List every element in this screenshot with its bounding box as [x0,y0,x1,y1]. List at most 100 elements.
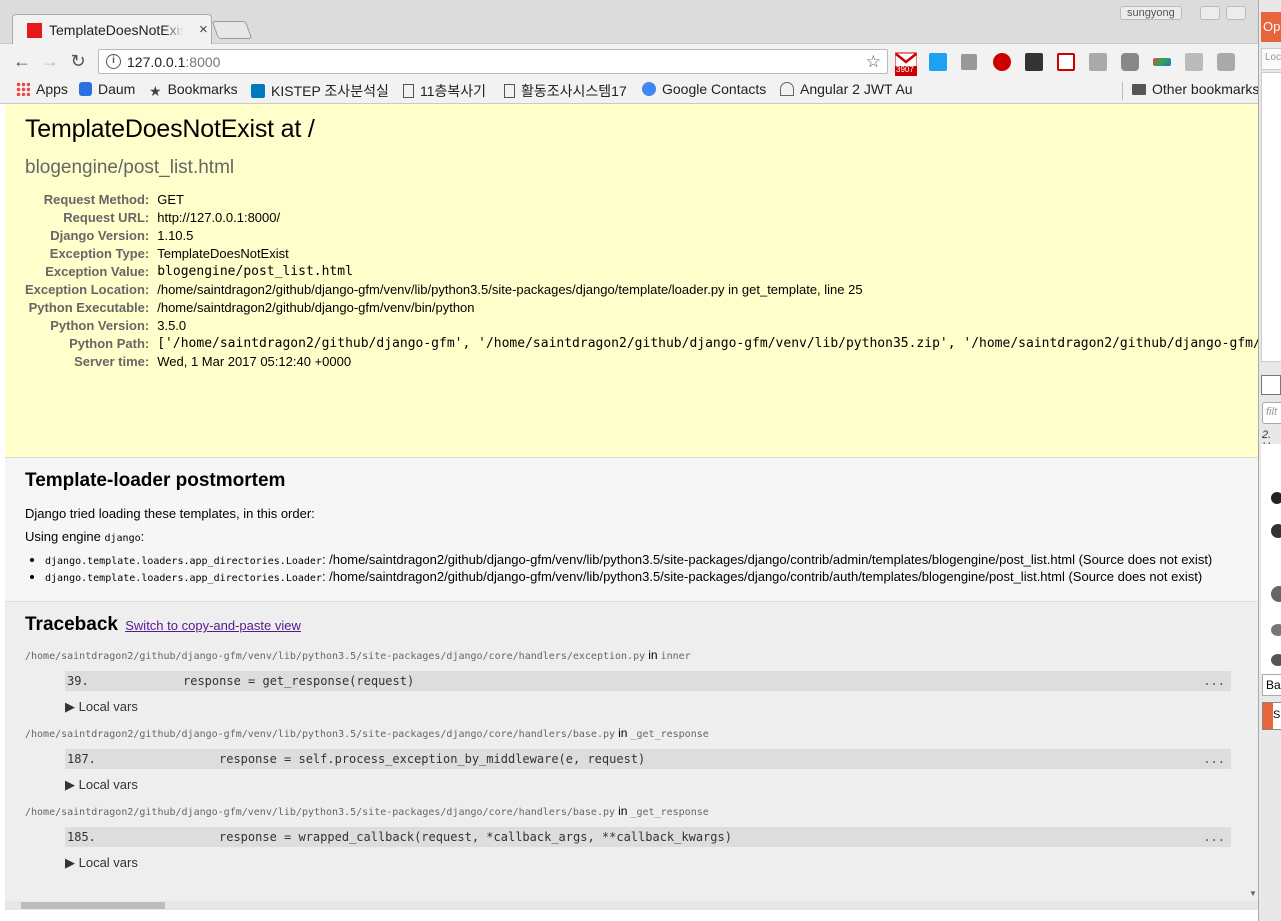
meta-row: Django Version: 1.10.5 [25,227,1258,245]
scrollbar-thumb[interactable] [21,902,165,909]
frame-context-line[interactable]: 39. response = get_response(request)... [65,671,1231,691]
frame-line-number: 185. [67,830,96,844]
django-favicon-icon [27,23,42,38]
tab-close-icon[interactable]: × [199,21,208,38]
new-tab-button[interactable] [211,21,253,39]
bookmark-star-icon[interactable]: ☆ [866,52,881,72]
brush-chalk-icon[interactable] [1271,624,1281,636]
frame-filename: /home/saintdragon2/github/django-gfm/ven… [25,648,1238,662]
adblock-plus-icon[interactable] [993,53,1011,71]
expand-context-ellipsis[interactable]: ... [1203,752,1225,766]
local-vars-toggle[interactable]: ▶ Local vars [65,699,1238,715]
minimize-button[interactable] [1200,6,1220,20]
traceback-heading: Traceback Switch to copy-and-paste view [25,614,1238,636]
brush-texture-icon[interactable] [1271,586,1281,602]
frame-line-number: 187. [67,752,96,766]
meta-value: Wed, 1 Mar 2017 05:12:40 +0000 [157,354,352,369]
info-icon[interactable]: i [106,54,121,69]
meta-row: Python Executable: /home/saintdragon2/git… [25,299,1258,317]
frame-in-word: in [648,648,658,662]
brush-list[interactable] [1261,444,1281,674]
bookmark-daum[interactable]: Daum [79,81,135,97]
person-icon [780,82,794,96]
meta-label: Server time: [74,354,150,369]
postmortem-heading: Template-loader postmortem [25,470,286,491]
panel-op-button[interactable]: Op [1261,12,1281,42]
bookmark-label: Apps [36,81,68,97]
brush-charcoal-icon[interactable] [1271,654,1281,666]
frame-in-word: in [618,804,628,818]
circle-extension-icon[interactable] [1217,53,1235,71]
bookmark-google-contacts[interactable]: Google Contacts [642,81,766,97]
local-vars-toggle[interactable]: ▶ Local vars [65,777,1238,793]
film-extension-icon[interactable] [1025,53,1043,71]
bookmark-label: Daum [98,81,136,97]
loader-name: django.template.loaders.app_directories.… [45,573,322,584]
frame-source: response = wrapped_callback(request, *ca… [219,830,732,844]
bookmark-kistep[interactable]: KISTEP 조사분석실 [251,81,389,101]
bookmark-label: KISTEP 조사분석실 [271,83,389,99]
horizontal-scrollbar[interactable] [5,901,1258,910]
panel-tool-icon[interactable] [1261,375,1281,395]
frame-context-line[interactable]: 187. response = self.process_exception_by… [65,749,1231,769]
tab-active[interactable]: TemplateDoesNotExist × [12,14,212,45]
arc-extension-icon[interactable] [1153,58,1171,66]
request-meta-body: Request Method: GET Request URL: http://127… [25,191,1258,371]
expand-context-ellipsis[interactable]: ... [1203,674,1225,688]
maximize-button[interactable] [1226,6,1246,20]
bookmark-bookmarks[interactable]: ★ Bookmarks [149,81,238,99]
bookmark-apps[interactable]: Apps [16,81,68,97]
panel-spacing-control[interactable]: Spa [1262,702,1281,730]
traceback-frame: /home/saintdragon2/github/django-gfm/ven… [25,648,1238,715]
panel-basic-select[interactable]: Ba [1262,674,1281,696]
contacts-icon [642,82,656,96]
meta-label: Exception Type: [49,246,150,261]
frame-context-line[interactable]: 185. response = wrapped_callback(request,… [65,827,1231,847]
postmortem-intro: Django tried loading these templates, in… [25,506,315,521]
twitter-extension-icon[interactable] [929,53,947,71]
reload-icon[interactable]: ↻ [67,50,89,72]
django-error-page: TemplateDoesNotExist at / blogengine/pos… [5,104,1258,904]
frame-path: /home/saintdragon2/github/django-gfm/ven… [25,729,616,740]
frame-line-number: 39. [67,674,89,688]
brush-hard-icon[interactable] [1271,492,1281,504]
layout-extension-icon[interactable] [1185,53,1203,71]
camera-extension-icon[interactable] [1121,53,1139,71]
address-bar[interactable]: i 127.0.0.1:8000 ☆ [98,49,888,74]
panel-location-field[interactable]: Loc [1261,48,1281,70]
meta-value: 1.10.5 [157,228,194,243]
meta-value: 3.5.0 [157,318,187,333]
meta-label: Request URL: [63,210,150,225]
error-summary: TemplateDoesNotExist at / blogengine/pos… [5,104,1258,458]
gmail-extension-icon[interactable]: 3907 [894,52,918,76]
traceback-section: Traceback Switch to copy-and-paste view … [5,602,1258,871]
meta-row: Request URL: http://127.0.0.1:8000/ [25,209,1258,227]
panel-filter-input[interactable]: filt [1262,402,1281,424]
meta-label: Django Version: [50,228,150,243]
profile-badge[interactable]: sungyong [1120,6,1182,20]
bookmark-other[interactable]: Other bookmarks [1132,81,1259,97]
meta-value: /home/saintdragon2/github/django-gfm/ven… [157,282,863,297]
local-vars-toggle[interactable]: ▶ Local vars [65,855,1238,871]
scroll-down-arrow-icon[interactable]: ▼ [1249,889,1257,898]
meta-label: Python Path: [69,336,150,351]
meta-label: Exception Location: [25,282,150,297]
bookmark-angular-jwt[interactable]: Angular 2 JWT Au [780,81,918,97]
engine-prefix: Using engine [25,529,105,544]
brush-splatter-icon[interactable] [1271,524,1281,538]
meta-value: /home/saintdragon2/github/django-gfm/ven… [157,300,475,315]
forward-arrow-icon[interactable]: → [39,50,61,72]
loader-result: : /home/saintdragon2/github/django-gfm/v… [321,569,1203,584]
page-icon [504,84,515,98]
bookmark-copier[interactable]: 11층복사기 [403,81,486,101]
repeat-extension-icon[interactable] [1089,53,1107,71]
meta-row: Request Method: GET [25,191,1258,209]
bookmark-label: Other bookmarks [1152,81,1260,97]
switch-copy-paste-link[interactable]: Switch to copy-and-paste view [125,618,301,633]
play-extension-icon[interactable] [1057,53,1075,71]
extension-i-icon[interactable] [961,54,977,70]
bookmark-activity-system[interactable]: 활동조사시스템17 [504,81,627,101]
back-arrow-icon[interactable]: ← [11,50,33,72]
expand-context-ellipsis[interactable]: ... [1203,830,1225,844]
bookmark-label: 활동조사시스템17 [521,83,627,99]
